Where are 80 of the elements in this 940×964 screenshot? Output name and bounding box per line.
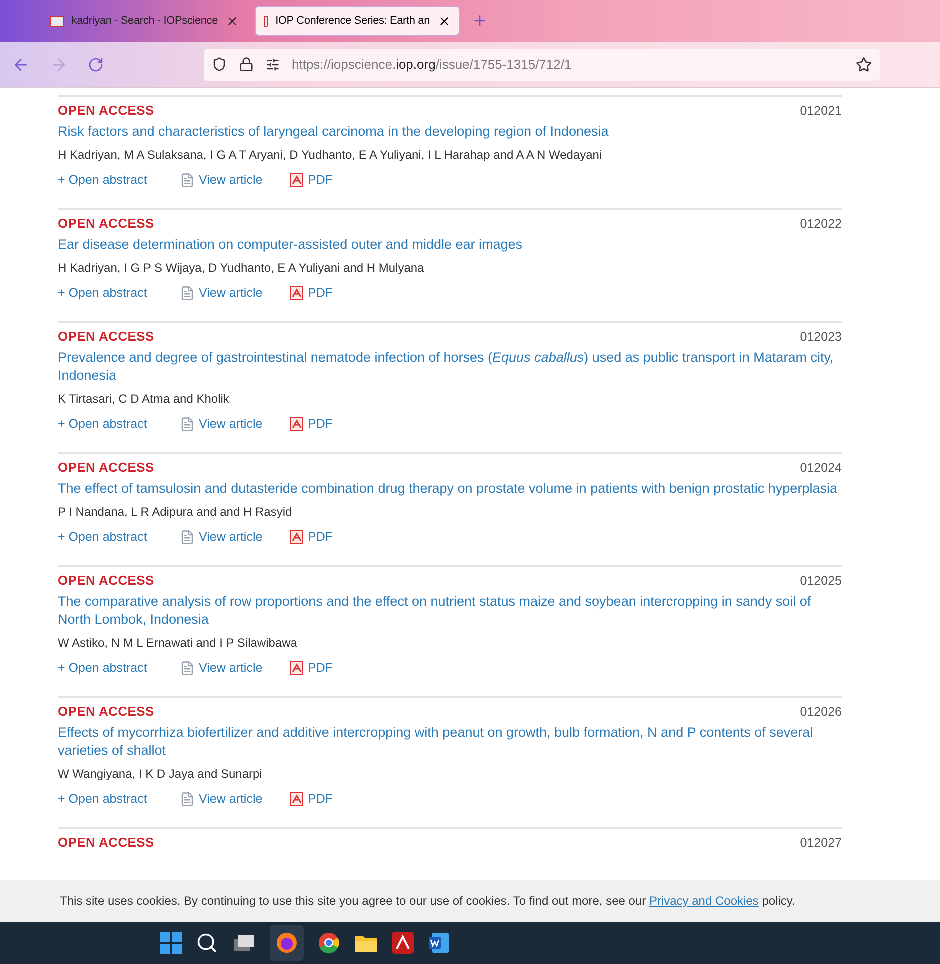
- close-icon[interactable]: [226, 14, 239, 28]
- open-abstract-link[interactable]: + Open abstract: [58, 415, 180, 433]
- view-article-link[interactable]: View article: [180, 284, 290, 302]
- close-icon[interactable]: [438, 14, 451, 28]
- shield-icon: [212, 57, 227, 72]
- open-abstract-link[interactable]: + Open abstract: [58, 171, 180, 189]
- pdf-icon: [290, 286, 304, 300]
- open-access-label: OPEN ACCESS: [58, 572, 154, 590]
- article-title-link[interactable]: The effect of tamsulosin and dutasteride combination drug therapy on prostate volume in patients with benign prostatic hyperplasia: [58, 480, 842, 498]
- pdf-link[interactable]: PDF: [290, 528, 333, 546]
- windows-icon[interactable]: [232, 933, 256, 953]
- article-number: 012024: [800, 460, 842, 477]
- search-icon[interactable]: [196, 932, 218, 954]
- article-title-link[interactable]: The comparative analysis of row proportions and the effect on nutrient status maize and soybean intercropping in sandy soil of North Lombok, Indonesia: [58, 593, 842, 629]
- article-authors: K Tirtasari, C D Atma and Kholik: [58, 391, 230, 407]
- pdf-link[interactable]: PDF: [290, 659, 333, 677]
- article-number: 012021: [800, 103, 842, 120]
- address-bar[interactable]: https://iopscience.iop.org/issue/1755-1315/712/1: [204, 48, 880, 80]
- view-article-link[interactable]: View article: [180, 171, 290, 189]
- start-icon[interactable]: [160, 932, 182, 954]
- article-authors: P I Nandana, L R Adipura and and H Rasyid: [58, 504, 294, 520]
- article-number: 012022: [800, 216, 842, 233]
- article-number: 012026: [800, 704, 842, 721]
- open-abstract-link[interactable]: + Open abstract: [58, 790, 180, 808]
- document-icon: [180, 792, 195, 806]
- document-icon: [180, 172, 195, 188]
- open-access-label: OPEN ACCESS: [58, 328, 154, 346]
- pdf-link[interactable]: PDF: [290, 284, 333, 302]
- pdf-icon: [290, 660, 304, 676]
- article-title-link[interactable]: Risk factors and characteristics of laryngeal carcinoma in the developing region of Indonesia: [58, 123, 842, 141]
- pdf-icon: [290, 792, 304, 806]
- browser-tab[interactable]: kadriyan - Search - IOPscience: [42, 6, 247, 36]
- folder-icon[interactable]: [354, 933, 378, 953]
- privacy-link[interactable]: Privacy and Cookies: [649, 894, 759, 908]
- article-title-link[interactable]: Ear disease determination on computer-assisted outer and middle ear images: [58, 236, 842, 254]
- bookmark-icon[interactable]: [856, 56, 872, 72]
- site-icon: [50, 16, 64, 26]
- browser-taskbar-icon[interactable]: [270, 925, 304, 961]
- document-icon: [180, 530, 195, 544]
- pdf-link[interactable]: PDF: [290, 790, 333, 808]
- pdf-icon: [290, 416, 304, 432]
- open-access-label: OPEN ACCESS: [58, 834, 154, 852]
- pdf-icon: [290, 172, 304, 188]
- open-abstract-link[interactable]: + Open abstract: [58, 284, 180, 302]
- view-article-link[interactable]: View article: [180, 790, 290, 808]
- word-icon[interactable]: [428, 932, 450, 954]
- article-authors: W Astiko, N M L Ernawati and I P Silawibawa: [58, 635, 298, 651]
- open-abstract-link[interactable]: + Open abstract: [58, 659, 180, 677]
- site-icon: [264, 16, 268, 26]
- view-article-link[interactable]: View article: [180, 415, 290, 433]
- document-icon: [180, 660, 195, 676]
- article-number: 012027: [800, 835, 842, 852]
- article-number: 012025: [800, 573, 842, 590]
- open-access-label: OPEN ACCESS: [58, 215, 154, 233]
- acrobat-icon[interactable]: [392, 932, 414, 954]
- open-access-label: OPEN ACCESS: [58, 703, 154, 721]
- browser-tab[interactable]: IOP Conference Series: Earth an: [255, 6, 460, 36]
- reload-icon[interactable]: [88, 56, 104, 72]
- lock-icon: [239, 57, 254, 72]
- pdf-link[interactable]: PDF: [290, 415, 333, 433]
- article-title-link[interactable]: Effects of mycorrhiza biofertilizer and additive intercropping with peanut on growth, bulb formation, N and P contents of several varieties of shallot: [58, 724, 842, 760]
- document-icon: [180, 286, 195, 300]
- cookie-text: This site uses cookies. By continuing to use this site you agree to our use of cookies. To find out more, see our Privacy and Cookies policy.: [60, 893, 796, 910]
- open-abstract-link[interactable]: + Open abstract: [58, 528, 180, 546]
- article-title-link[interactable]: Prevalence and degree of gastrointestinal nematode infection of horses (Equus caballus) used as public transport in Mataram city, Indonesia: [58, 349, 842, 385]
- chrome-icon[interactable]: [318, 932, 340, 954]
- view-article-link[interactable]: View article: [180, 528, 290, 546]
- permissions-icon: [266, 58, 280, 72]
- pdf-link[interactable]: PDF: [290, 171, 333, 189]
- pdf-icon: [290, 530, 304, 544]
- open-access-label: OPEN ACCESS: [58, 459, 154, 477]
- article-number: 012023: [800, 329, 842, 346]
- document-icon: [180, 416, 195, 432]
- article-authors: H Kadriyan, I G P S Wijaya, D Yudhanto, E A Yuliyani and H Mulyana: [58, 260, 426, 276]
- url-text: https://iopscience.iop.org/issue/1755-1315/712/1: [292, 56, 572, 74]
- open-access-label: OPEN ACCESS: [58, 102, 154, 120]
- new-tab-icon[interactable]: [472, 13, 488, 29]
- view-article-link[interactable]: View article: [180, 659, 290, 677]
- article-authors: H Kadriyan, M A Sulaksana, I G A T Aryani, D Yudhanto, E A Yuliyani, I L Harahap and A A N Wedayani: [58, 147, 604, 163]
- article-authors: W Wangiyana, I K D Jaya and Sunarpi: [58, 766, 264, 782]
